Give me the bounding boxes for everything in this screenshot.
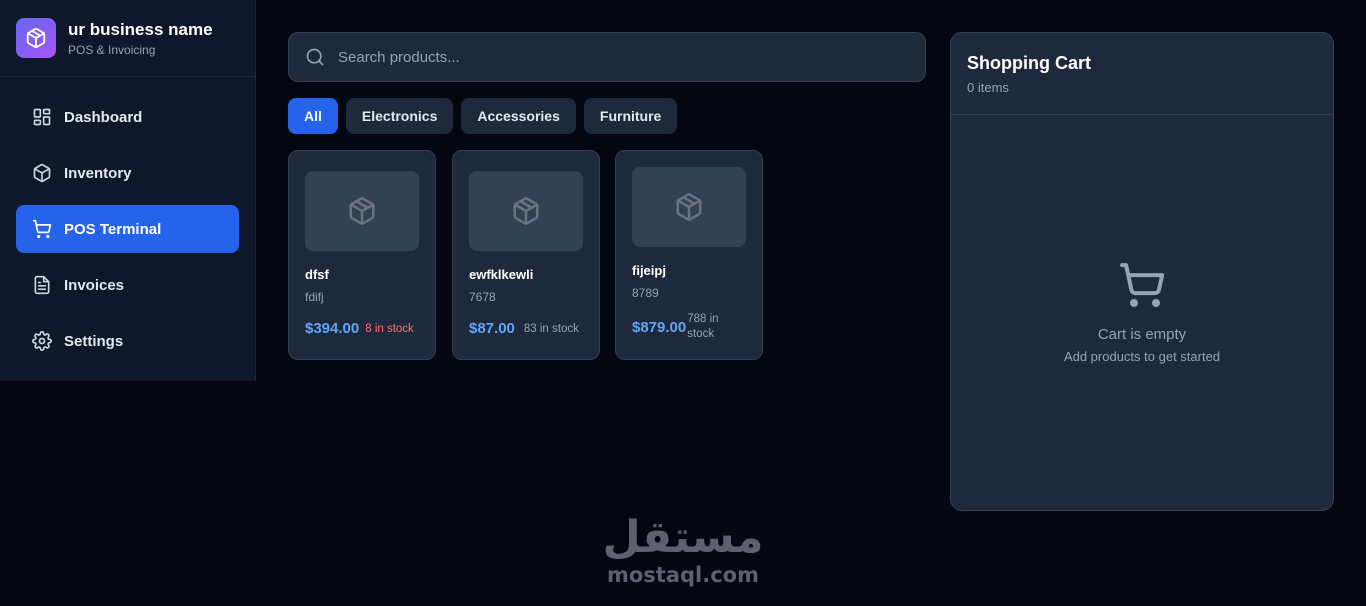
brand-name: ur business name (68, 19, 213, 39)
cart-empty-title: Cart is empty (1097, 326, 1187, 343)
cart-title: Shopping Cart (967, 53, 1091, 73)
sidebar-item-invoices[interactable]: Invoices (16, 261, 239, 309)
sidebar-item-label: POS Terminal (64, 220, 162, 238)
product-sku: 7678 (469, 290, 496, 304)
brand-logo-icon (16, 18, 56, 58)
gear-icon (32, 331, 52, 351)
box-icon (349, 197, 375, 225)
product-stock: 83 in stock (523, 322, 579, 335)
sidebar-item-label: Dashboard (64, 108, 143, 126)
sidebar-nav: Dashboard Inventory POS Terminal Invoice… (0, 77, 255, 365)
cart-header: Shopping Cart 0 items (951, 33, 1333, 115)
sidebar-item-dashboard[interactable]: Dashboard (16, 93, 239, 141)
product-sku: 8789 (632, 286, 659, 300)
product-sku: fdifj (305, 290, 324, 304)
product-thumbnail (305, 171, 419, 251)
dashboard-icon (33, 108, 51, 126)
product-thumbnail (469, 171, 583, 251)
product-thumbnail (632, 167, 746, 247)
category-accessories[interactable]: Accessories (461, 98, 576, 134)
watermark-arabic: مستقل (602, 512, 764, 563)
cart-icon (1120, 263, 1165, 307)
sidebar-item-pos-terminal[interactable]: POS Terminal (16, 205, 239, 253)
watermark: مستقل mostaql.com (602, 512, 764, 586)
product-card[interactable]: dfsf fdifj $394.00 8 in stock (288, 150, 436, 360)
category-electronics[interactable]: Electronics (345, 98, 454, 134)
brand-header: ur business name POS & Invoicing (0, 0, 255, 77)
cart-item-count: 0 items (967, 80, 1009, 95)
box-icon (513, 197, 539, 225)
cart-empty-state: Cart is empty Add products to get starte… (951, 261, 1333, 364)
sidebar-item-label: Settings (64, 332, 124, 350)
search-icon (306, 48, 324, 66)
product-card[interactable]: ewfklkewli 7678 $87.00 83 in stock (452, 150, 600, 360)
product-price: $87.00 (469, 320, 515, 337)
watermark-latin: mostaql.com (607, 563, 759, 587)
category-all[interactable]: All (288, 98, 338, 134)
search-bar[interactable] (288, 32, 926, 82)
sidebar-item-label: Inventory (64, 164, 132, 182)
cart-empty-subtitle: Add products to get started (1063, 349, 1221, 364)
cart-icon (32, 219, 52, 239)
product-name: fijeipj (632, 263, 666, 278)
category-furniture[interactable]: Furniture (583, 98, 678, 134)
sidebar-item-settings[interactable]: Settings (16, 317, 239, 365)
product-price: $394.00 (305, 320, 360, 337)
sidebar-item-label: Invoices (64, 276, 125, 294)
product-name: dfsf (305, 267, 329, 282)
product-name: ewfklkewli (469, 267, 534, 282)
shopping-cart-panel: Shopping Cart 0 items Cart is empty Add … (950, 32, 1334, 511)
product-stock: 8 in stock (365, 322, 414, 335)
box-icon (33, 163, 51, 183)
search-input[interactable] (338, 48, 898, 66)
box-icon (676, 193, 702, 221)
brand-subtitle: POS & Invoicing (68, 42, 156, 57)
product-price: $879.00 (632, 318, 687, 336)
category-filters: All Electronics Accessories Furniture (288, 98, 678, 134)
sidebar: ur business name POS & Invoicing Dashboa… (0, 0, 256, 381)
product-card[interactable]: fijeipj 8789 $879.00 788 in stock (615, 150, 763, 360)
product-stock: 788 in stock (687, 313, 719, 340)
sidebar-item-inventory[interactable]: Inventory (16, 149, 239, 197)
document-icon (34, 275, 50, 295)
